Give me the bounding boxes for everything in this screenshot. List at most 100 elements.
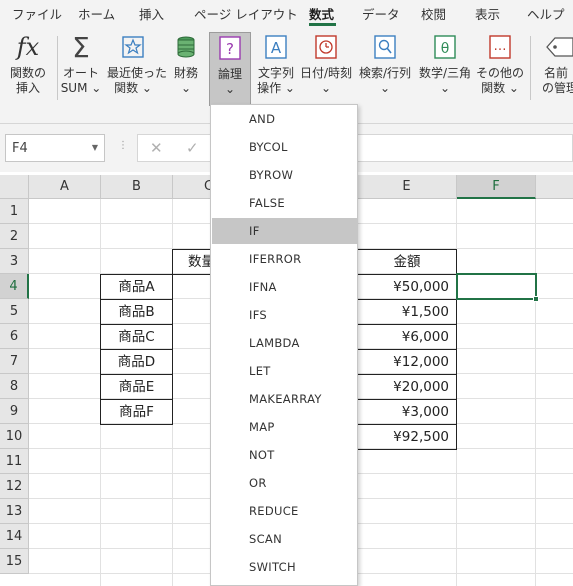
more-functions-label: その他の <box>475 66 524 80</box>
row-header-12[interactable]: 12 <box>0 474 29 499</box>
column-header-f[interactable]: F <box>457 175 536 199</box>
date-time-label2: ⌄ <box>320 81 332 95</box>
column-header-a[interactable]: A <box>29 175 101 199</box>
menu-item-scan[interactable]: SCAN <box>212 526 357 552</box>
tab-page-layout[interactable]: ページ レイアウト <box>194 4 298 23</box>
menu-item-switch[interactable]: SWITCH <box>212 554 357 580</box>
menu-item-or[interactable]: OR <box>212 470 357 496</box>
row-header-14[interactable]: 14 <box>0 524 29 549</box>
chevron-down-icon[interactable]: ▼ <box>92 143 98 152</box>
product-cell[interactable]: 商品C <box>100 324 173 350</box>
fill-handle[interactable] <box>533 296 539 302</box>
row-header-11[interactable]: 11 <box>0 449 29 474</box>
name-manager-icon <box>544 32 573 62</box>
menu-item-ifna[interactable]: IFNA <box>212 274 357 300</box>
tab-formulas[interactable]: 数式 <box>309 4 334 23</box>
menu-item-if[interactable]: IF <box>212 218 357 244</box>
name-box[interactable]: F4 ▼ <box>5 134 105 162</box>
amount-cell[interactable]: ¥6,000 <box>357 324 457 350</box>
menu-item-makearray[interactable]: MAKEARRAY <box>212 386 357 412</box>
financial-button[interactable]: 財務 ⌄ <box>160 32 212 96</box>
autosum-button[interactable]: Σ オート SUM ⌄ <box>55 30 107 96</box>
amount-cell[interactable]: ¥20,000 <box>357 374 457 400</box>
column-header-g[interactable] <box>536 175 573 199</box>
row-header-5[interactable]: 5 <box>0 299 29 324</box>
logical-label: 論理 <box>217 67 242 81</box>
lookup-reference-button[interactable]: 検索/行列 ⌄ <box>357 32 413 96</box>
tab-view[interactable]: 表示 <box>475 4 500 23</box>
logical-button[interactable]: ? 論理 ⌄ <box>209 32 251 106</box>
recently-used-label: 最近使った <box>107 66 168 80</box>
row-header-8[interactable]: 8 <box>0 374 29 399</box>
row-header-13[interactable]: 13 <box>0 499 29 524</box>
row-header-15[interactable]: 15 <box>0 549 29 574</box>
date-time-button[interactable]: 日付/時刻 ⌄ <box>298 32 354 96</box>
more-functions-button[interactable]: … その他の 関数 ⌄ <box>474 32 526 96</box>
text-button[interactable]: A 文字列 操作 ⌄ <box>250 32 302 96</box>
insert-function-button[interactable]: fx 関数の 挿入 <box>2 32 54 96</box>
total-amount-cell[interactable]: ¥92,500 <box>357 424 457 450</box>
menu-item-map[interactable]: MAP <box>212 414 357 440</box>
menu-item-ifs[interactable]: IFS <box>212 302 357 328</box>
amount-cell[interactable]: ¥3,000 <box>357 399 457 425</box>
column-header-e[interactable]: E <box>357 175 457 199</box>
math-trig-label: 数学/三角 <box>418 66 472 80</box>
menu-item-false[interactable]: FALSE <box>212 190 357 216</box>
select-all-corner[interactable] <box>0 175 29 199</box>
product-cell[interactable]: 商品B <box>100 299 173 325</box>
sigma-icon: Σ <box>72 30 90 64</box>
row-header-4[interactable]: 4 <box>0 274 29 299</box>
lookup-reference-label2: ⌄ <box>379 81 391 95</box>
logic-icon: ? <box>215 33 245 63</box>
name-manager-button[interactable]: 名前 の管理 <box>538 32 573 96</box>
tab-data[interactable]: データ <box>362 4 400 23</box>
tab-insert[interactable]: 挿入 <box>139 4 164 23</box>
product-cell[interactable]: 商品E <box>100 374 173 400</box>
product-cell[interactable]: 商品D <box>100 349 173 375</box>
menu-item-let[interactable]: LET <box>212 358 357 384</box>
resize-handle-icon[interactable]: ⋮ <box>118 140 128 151</box>
amount-cell[interactable]: ¥50,000 <box>357 274 457 300</box>
tab-file[interactable]: ファイル <box>12 4 62 23</box>
cancel-icon[interactable]: ✕ <box>150 139 163 157</box>
menu-item-reduce[interactable]: REDUCE <box>212 498 357 524</box>
row-header-6[interactable]: 6 <box>0 324 29 349</box>
date-time-label: 日付/時刻 <box>299 66 353 80</box>
finance-icon <box>171 32 201 62</box>
menu-item-byrow[interactable]: BYROW <box>212 162 357 188</box>
active-cell-f4[interactable] <box>456 273 537 300</box>
amount-cell[interactable]: ¥1,500 <box>357 299 457 325</box>
row-header-1[interactable]: 1 <box>0 199 29 224</box>
tab-help[interactable]: ヘルプ <box>527 4 565 23</box>
more-functions-label2: 関数 ⌄ <box>481 81 519 95</box>
financial-label: 財務 <box>173 66 198 80</box>
amount-cell[interactable]: ¥12,000 <box>357 349 457 375</box>
text-icon: A <box>261 32 291 62</box>
header-amount[interactable]: 金額 <box>357 249 457 275</box>
text-label: 文字列 <box>257 66 294 80</box>
row-header-9[interactable]: 9 <box>0 399 29 424</box>
menu-item-lambda[interactable]: LAMBDA <box>212 330 357 356</box>
product-cell[interactable]: 商品A <box>100 274 173 300</box>
math-trig-button[interactable]: θ 数学/三角 ⌄ <box>417 32 473 96</box>
tab-home[interactable]: ホーム <box>78 4 115 23</box>
autosum-label: オート <box>62 66 99 80</box>
row-header-10[interactable]: 10 <box>0 424 29 449</box>
enter-icon[interactable]: ✓ <box>186 139 199 157</box>
row-header-7[interactable]: 7 <box>0 349 29 374</box>
recently-used-button[interactable]: 最近使った 関数 ⌄ <box>107 32 168 96</box>
more-functions-icon: … <box>485 32 515 62</box>
row-header-3[interactable]: 3 <box>0 249 29 274</box>
name-manager-label: 名前 <box>544 66 569 80</box>
menu-item-bycol[interactable]: BYCOL <box>212 134 357 160</box>
row-header-2[interactable]: 2 <box>0 224 29 249</box>
product-cell[interactable]: 商品F <box>100 399 173 425</box>
menu-item-not[interactable]: NOT <box>212 442 357 468</box>
financial-label2: ⌄ <box>180 81 192 95</box>
menu-item-iferror[interactable]: IFERROR <box>212 246 357 272</box>
menu-item-and[interactable]: AND <box>212 106 357 132</box>
tab-review[interactable]: 校閲 <box>421 4 446 23</box>
column-header-b[interactable]: B <box>101 175 173 199</box>
recently-used-label2: 関数 ⌄ <box>114 81 152 95</box>
svg-text:…: … <box>494 39 507 54</box>
